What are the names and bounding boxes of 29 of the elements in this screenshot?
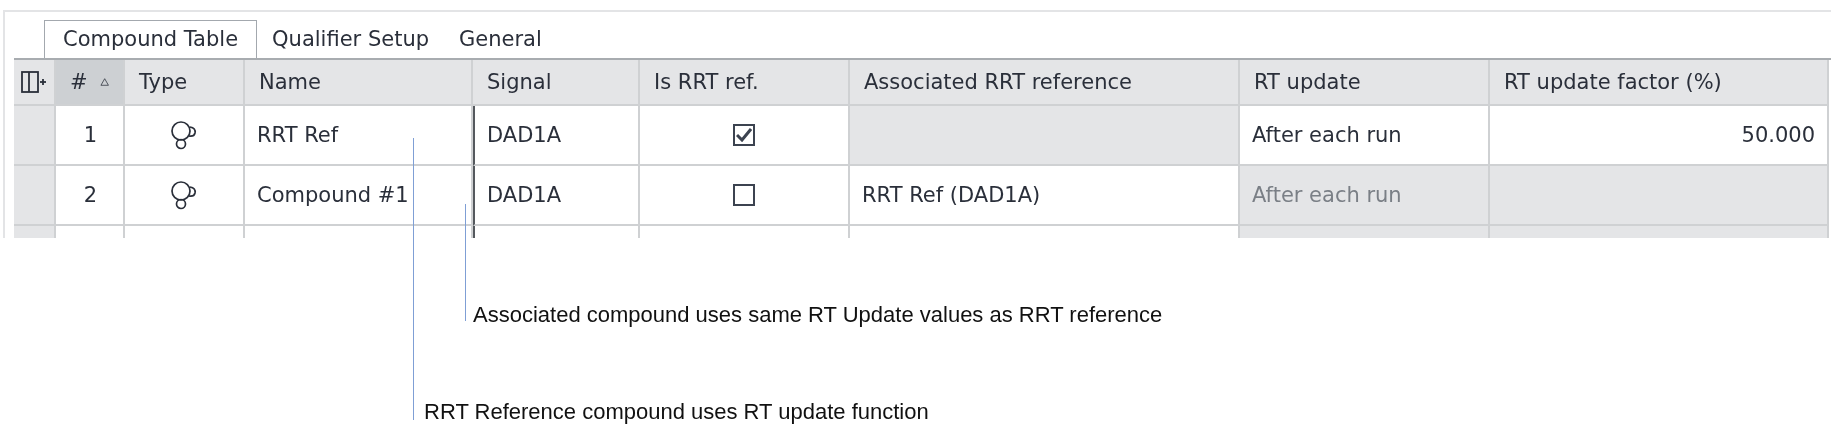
tab[interactable]: Compound Table <box>44 20 258 58</box>
table-cell: 50.000 <box>1490 106 1829 166</box>
table-cell: RRT Ref (DAD1A) <box>850 166 1240 226</box>
row-number: 2 <box>56 166 125 226</box>
column-header[interactable]: Type <box>125 60 245 106</box>
bubble-icon <box>170 120 198 150</box>
callout-text: RRT Reference compound uses RT update function <box>424 399 929 425</box>
tab[interactable]: Qualifier Setup <box>257 20 445 58</box>
column-chooser-icon[interactable] <box>21 70 47 94</box>
table-cell: RRT Ref <box>245 106 473 166</box>
checkbox[interactable] <box>733 124 755 146</box>
column-header[interactable]: RT update factor (%) <box>1490 60 1829 106</box>
column-header[interactable]: # <box>56 60 125 106</box>
column-header[interactable]: Signal <box>473 60 640 106</box>
column-header[interactable]: Associated RRT reference <box>850 60 1240 106</box>
table-cell: After each run <box>1240 166 1490 226</box>
table-cell: After each run <box>1240 106 1490 166</box>
table-cell: Compound #1 <box>245 166 473 226</box>
row-number: 1 <box>56 106 125 166</box>
column-header[interactable]: Is RRT ref. <box>640 60 850 106</box>
column-header[interactable]: RT update <box>1240 60 1490 106</box>
column-header[interactable]: Name <box>245 60 473 106</box>
bubble-icon <box>170 180 198 210</box>
table-cell: DAD1A <box>473 166 640 226</box>
tab[interactable]: General <box>444 20 557 58</box>
table-cell: DAD1A <box>473 106 640 166</box>
callout-text: Associated compound uses same RT Update values as RRT reference <box>473 302 1163 328</box>
check-icon <box>736 128 752 142</box>
checkbox[interactable] <box>733 184 755 206</box>
